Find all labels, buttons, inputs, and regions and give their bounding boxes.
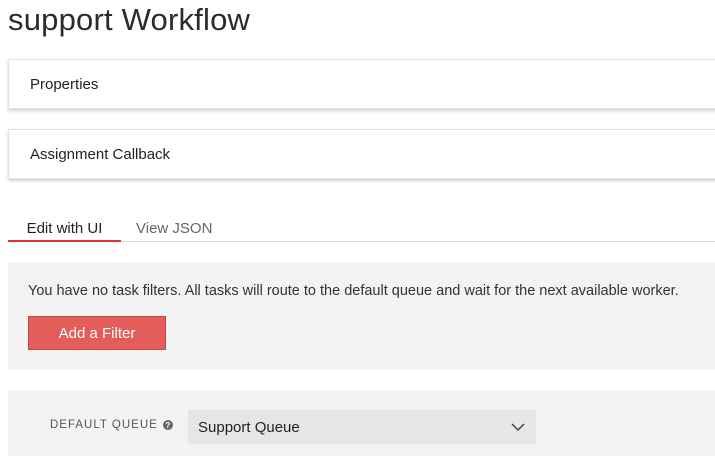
default-queue-label: DEFAULT QUEUE ? [50,419,173,431]
default-queue-select[interactable]: Support Queue [188,410,536,444]
properties-panel[interactable]: Properties [8,59,715,109]
task-filters-section: You have no task filters. All tasks will… [8,262,715,370]
question-circle-icon[interactable]: ? [162,420,173,430]
chevron-down-icon [511,423,525,432]
default-queue-label-text: DEFAULT QUEUE [50,419,158,431]
default-queue-selected-value: Support Queue [198,418,300,436]
no-filters-message: You have no task filters. All tasks will… [28,283,679,299]
properties-panel-title: Properties [30,75,99,93]
assignment-callback-panel[interactable]: Assignment Callback [8,129,715,179]
page-title: support Workflow [8,2,251,37]
tab-edit-with-ui[interactable]: Edit with UI [8,218,121,242]
add-filter-button[interactable]: Add a Filter [28,316,166,350]
editor-tabs: Edit with UI View JSON [8,218,715,242]
tab-view-json[interactable]: View JSON [136,218,212,242]
default-queue-section: DEFAULT QUEUE ? Support Queue [8,390,715,456]
assignment-callback-panel-title: Assignment Callback [30,145,171,163]
